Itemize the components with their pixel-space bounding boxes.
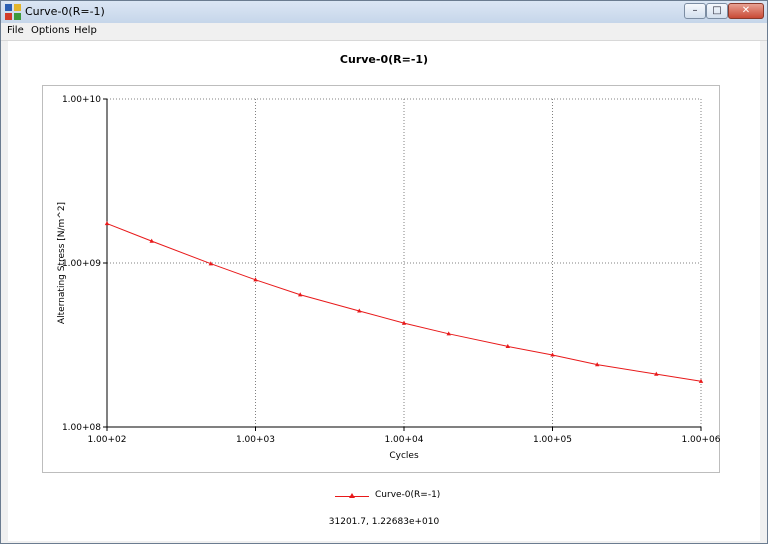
line-chart[interactable]: 1.00+02 1.00+03 1.00+04 1.00+05 1.00+06 1.00+…: [1, 1, 767, 543]
x-tick-label: 1.00+06: [681, 435, 720, 445]
x-tick-label: 1.00+04: [384, 435, 423, 445]
y-tick-label: 1.00+09: [62, 259, 101, 269]
cursor-coordinates: 31201.7, 1.22683e+010: [328, 517, 440, 527]
application-window: Curve-0(R=-1) – □ ✕ File Options Help Cu…: [0, 0, 768, 544]
x-tick-label: 1.00+05: [533, 435, 572, 445]
x-tick-label: 1.00+02: [87, 435, 126, 445]
y-axis-label: Alternating Stress [N/m^2]: [57, 202, 67, 324]
legend-label: Curve-0(R=-1): [375, 490, 441, 500]
y-tick-label: 1.00+08: [62, 423, 101, 433]
y-tick-label: 1.00+10: [62, 95, 101, 105]
legend-triangle-icon: [349, 493, 355, 498]
data-point[interactable]: [104, 221, 110, 226]
x-tick-label: 1.00+03: [236, 435, 275, 445]
x-axis-label: Cycles: [389, 451, 419, 461]
